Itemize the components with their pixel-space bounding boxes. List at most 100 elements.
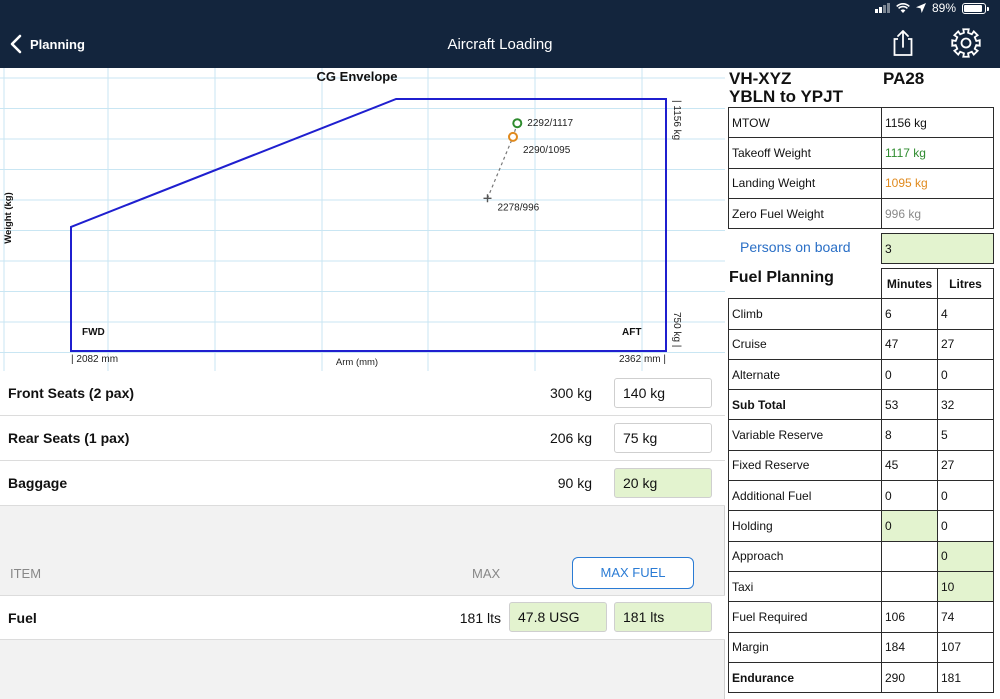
fuel-row: Taxi 10: [728, 570, 994, 603]
fuel-row-litres[interactable]: 0: [937, 540, 994, 572]
weight-label: Takeoff Weight: [728, 137, 882, 169]
y-min-label: 750 kg |: [671, 312, 682, 347]
aft-label: AFT: [622, 327, 641, 338]
cg-point-marker: [483, 194, 492, 203]
weights-table: MTOW 1156 kg Takeoff Weight 1117 kg Landing …: [728, 106, 994, 230]
load-label: Rear Seats (1 pax): [8, 430, 130, 446]
fuel-usg-input[interactable]: 47.8 USG: [509, 602, 607, 632]
load-label: Baggage: [8, 475, 68, 491]
fuel-row-minutes: 53: [881, 389, 938, 421]
loading-panel: CG Envelope Weight (kg) Arm (mm) | 2082 …: [0, 68, 725, 699]
gear-icon[interactable]: [950, 27, 982, 59]
cg-envelope-chart: CG Envelope Weight (kg) Arm (mm) | 2082 …: [0, 68, 725, 371]
fuel-row: Cruise 47 27: [728, 328, 994, 360]
persons-on-board-button[interactable]: Persons on board: [740, 239, 851, 255]
fuel-row-litres: 0: [937, 510, 994, 542]
cg-envelope-outline: [70, 98, 667, 352]
y-axis-label: Weight (kg): [3, 192, 14, 244]
fuel-row: Margin 184 107: [728, 631, 994, 663]
item-column-header: ITEM: [10, 566, 42, 581]
fuel-row-litres: 5: [937, 419, 994, 451]
weight-label: Zero Fuel Weight: [728, 197, 882, 230]
x-min-label: | 2082 mm: [71, 354, 118, 365]
fuel-litres-input[interactable]: 181 lts: [614, 602, 712, 632]
fuel-row-minutes: 8: [881, 419, 938, 451]
minutes-header: Minutes: [881, 267, 938, 300]
fuel-row-litres: 27: [937, 328, 994, 360]
weight-row: MTOW 1156 kg: [728, 106, 994, 139]
fuel-row-label: Additional Fuel: [728, 480, 882, 512]
fuel-row-minutes: 290: [881, 661, 938, 694]
share-icon[interactable]: [890, 29, 916, 57]
weight-row: Takeoff Weight 1117 kg: [728, 137, 994, 169]
fuel-row: Fuel Required 106 74: [728, 601, 994, 633]
fuel-row: Fuel 181 lts 47.8 USG 181 lts: [0, 595, 725, 640]
weight-value: 1095 kg: [881, 167, 994, 199]
fuel-label: Fuel: [8, 610, 37, 626]
fuel-row-label: Sub Total: [728, 389, 882, 421]
fuel-row-minutes: 184: [881, 631, 938, 663]
fuel-row: Endurance 290 181: [728, 661, 994, 694]
battery-percentage: 89%: [931, 1, 956, 15]
fuel-row: Climb 6 4: [728, 298, 994, 330]
aircraft-registration: VH-XYZ: [729, 69, 792, 88]
weight-value: 996 kg: [881, 197, 994, 230]
fuel-row-minutes: 45: [881, 449, 938, 482]
fuel-row: Additional Fuel 0 0: [728, 480, 994, 512]
fuel-row-minutes[interactable]: 0: [881, 510, 938, 542]
fuel-max: 181 lts: [459, 610, 501, 626]
fuel-row-label: Variable Reserve: [728, 419, 882, 451]
wifi-icon: [896, 2, 910, 13]
fuel-row: Approach 0: [728, 540, 994, 572]
fuel-row-label: Approach: [728, 540, 882, 572]
fuel-row-label: Endurance: [728, 661, 882, 694]
fuel-row-minutes: 47: [881, 328, 938, 360]
fuel-row-litres[interactable]: 10: [937, 570, 994, 603]
fuel-row-label: Alternate: [728, 358, 882, 391]
load-weight-input[interactable]: 75 kg: [614, 423, 712, 453]
page-title: Aircraft Loading: [447, 36, 553, 53]
navigation-bar: 89% Planning Aircraft Loading: [0, 0, 1000, 68]
x-axis-label: Arm (mm): [336, 357, 378, 368]
chart-title: CG Envelope: [317, 69, 398, 84]
load-weight-input[interactable]: 140 kg: [614, 378, 712, 408]
route: YBLN to YPJT: [729, 87, 843, 106]
fuel-row: Variable Reserve 8 5: [728, 419, 994, 451]
max-fuel-button[interactable]: MAX FUEL: [572, 557, 694, 589]
fuel-row-litres: 0: [937, 358, 994, 391]
fuel-row-litres: 0: [937, 480, 994, 512]
fuel-row-litres: 107: [937, 631, 994, 663]
fuel-row-label: Fuel Required: [728, 601, 882, 633]
fuel-row-label: Climb: [728, 298, 882, 330]
cg-point-label: 2290/1095: [523, 145, 571, 156]
fuel-row-label: Taxi: [728, 570, 882, 603]
cg-point-label: 2292/1117: [527, 118, 573, 129]
fuel-row-litres: 27: [937, 449, 994, 482]
fwd-label: FWD: [82, 327, 105, 338]
weight-value: 1117 kg: [881, 137, 994, 169]
load-max: 206 kg: [549, 430, 592, 446]
weight-label: Landing Weight: [728, 167, 882, 199]
chart-grid: [0, 68, 725, 371]
fuel-row-minutes: [881, 570, 938, 603]
load-max: 300 kg: [549, 385, 592, 401]
fuel-row-minutes: 106: [881, 601, 938, 633]
y-max-label: | 1156 kg: [671, 100, 682, 140]
weight-label: MTOW: [728, 106, 882, 139]
cg-point-label: 2278/996: [498, 202, 540, 213]
litres-header: Litres: [937, 267, 994, 300]
load-weight-input[interactable]: 20 kg: [614, 468, 712, 498]
fuel-planning-table: Minutes Litres Climb 6 4 Cruise 47 27 Alternat…: [728, 267, 994, 694]
persons-on-board-input[interactable]: 3: [881, 233, 994, 264]
fuel-row-minutes: 0: [881, 480, 938, 512]
load-row: Baggage 90 kg 20 kg: [0, 461, 725, 506]
fuel-row-minutes: 6: [881, 298, 938, 330]
fuel-row-litres: 74: [937, 601, 994, 633]
fuel-row-label: Cruise: [728, 328, 882, 360]
cellular-signal-icon: [874, 3, 890, 13]
fuel-row: Sub Total 53 32: [728, 389, 994, 421]
fuel-row: Holding 0 0: [728, 510, 994, 542]
cg-point-marker: [508, 131, 518, 142]
fuel-row-litres: 181: [937, 661, 994, 694]
battery-icon: [962, 2, 989, 14]
